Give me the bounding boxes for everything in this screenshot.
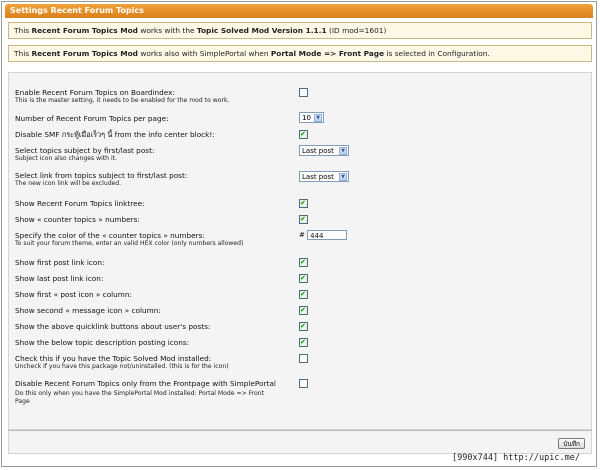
topic-solved-installed-checkbox[interactable]	[299, 354, 308, 363]
setting-description: To suit your forum theme, enter an valid…	[15, 240, 244, 247]
setting-quicklink-buttons: Show the above quicklink buttons about u…	[15, 322, 210, 331]
settings-panel: Enable Recent Forum Topics on Boardindex…	[8, 72, 592, 430]
notice-portal-mode: Portal Mode => Front Page	[270, 49, 385, 58]
setting-label: Disable Recent Forum Topics only from th…	[15, 379, 276, 388]
setting-post-icon-column: Show first « post icon » column:	[15, 290, 132, 299]
notice-id: (ID mod=1601)	[326, 26, 387, 35]
enable-boardindex-checkbox[interactable]	[299, 88, 308, 97]
notice-text: is selected in Configuration.	[384, 49, 490, 58]
message-icon-column-checkbox[interactable]	[299, 305, 308, 315]
notice-text: This	[14, 26, 32, 35]
link-first-last-select[interactable]: Last post ▼	[299, 171, 349, 182]
setting-first-post-icon: Show first post link icon:	[15, 258, 104, 267]
setting-last-post-icon: Show last post link icon:	[15, 274, 103, 283]
image-watermark: [990x744] http://upic.me/	[452, 453, 580, 463]
setting-description: Do this only when you have the SimplePor…	[15, 390, 265, 405]
setting-disable-frontpage: Disable Recent Forum Topics only from th…	[15, 379, 280, 406]
setting-counter-topics: Show « counter topics » numbers:	[15, 215, 140, 224]
setting-label: Select link from topics subject to first…	[15, 171, 188, 180]
hex-prefix: #	[299, 231, 305, 239]
description-icons-checkbox[interactable]	[299, 337, 308, 347]
portal-notice: This Recent Forum Topics Mod works also …	[8, 45, 592, 62]
setting-description: The new icon link will be excluded.	[15, 180, 122, 187]
setting-label: Disable SMF กระทู้เมื่อเร็วๆ นี้ from th…	[15, 130, 215, 139]
setting-enable-boardindex: Enable Recent Forum Topics on Boardindex…	[15, 88, 229, 105]
setting-label: Specify the color of the « counter topic…	[15, 231, 205, 240]
setting-linktree: Show Recent Forum Topics linktree:	[15, 199, 145, 208]
topics-per-page-select[interactable]: 10 ▼	[299, 112, 324, 123]
panel-title: Settings Recent Forum Topics	[5, 4, 593, 18]
form-footer: บันทึก	[8, 430, 592, 454]
notice-mod-name: Recent Forum Topics Mod	[31, 49, 138, 58]
chevron-down-icon: ▼	[339, 173, 347, 181]
save-button[interactable]: บันทึก	[558, 438, 585, 449]
chevron-down-icon: ▼	[314, 114, 322, 122]
post-icon-column-checkbox[interactable]	[299, 289, 308, 299]
setting-disable-info-center: Disable SMF กระทู้เมื่อเร็วๆ นี้ from th…	[15, 130, 215, 139]
setting-label: Show the above quicklink buttons about u…	[15, 322, 211, 331]
setting-label: Show « counter topics » numbers:	[15, 215, 140, 224]
setting-description: Uncheck if you have this package not/uni…	[15, 363, 229, 370]
disable-info-center-checkbox[interactable]	[299, 129, 308, 139]
notice-text: This	[14, 49, 32, 58]
select-value: Last post	[302, 173, 334, 181]
select-value: Last post	[302, 147, 334, 155]
setting-topics-per-page: Number of Recent Forum Topics per page:	[15, 114, 169, 123]
subject-first-last-select[interactable]: Last post ▼	[299, 145, 349, 156]
setting-label: Enable Recent Forum Topics on Boardindex…	[15, 88, 175, 97]
counter-color-input[interactable]: 444	[307, 230, 348, 240]
counter-topics-checkbox[interactable]	[299, 214, 308, 224]
quicklink-buttons-checkbox[interactable]	[299, 321, 308, 331]
counter-color-control: # 444	[299, 230, 348, 240]
notice-text: works also with SimplePortal when	[137, 49, 271, 58]
linktree-checkbox[interactable]	[299, 198, 308, 208]
compatibility-notice: This Recent Forum Topics Mod works with …	[8, 22, 592, 39]
setting-label: Show the below topic description posting…	[15, 338, 190, 347]
last-post-icon-checkbox[interactable]	[299, 273, 308, 283]
setting-message-icon-column: Show second « message icon » column:	[15, 306, 161, 315]
notice-mod-name: Recent Forum Topics Mod	[31, 26, 138, 35]
disable-frontpage-checkbox[interactable]	[299, 379, 308, 388]
setting-label: Select topics subject by first/last post…	[15, 146, 155, 155]
setting-counter-color: Specify the color of the « counter topic…	[15, 231, 243, 248]
setting-topic-solved-installed: Check this if you have the Topic Solved …	[15, 354, 229, 371]
chevron-down-icon: ▼	[339, 147, 347, 155]
setting-label: Check this if you have the Topic Solved …	[15, 354, 212, 363]
select-value: 10	[302, 114, 311, 122]
setting-subject-first-last: Select topics subject by first/last post…	[15, 146, 154, 163]
setting-label: Show Recent Forum Topics linktree:	[15, 199, 145, 208]
setting-link-first-last: Select link from topics subject to first…	[15, 171, 187, 188]
setting-label: Show second « message icon » column:	[15, 306, 161, 315]
notice-text: works with the	[137, 26, 197, 35]
setting-label: Show last post link icon:	[15, 274, 104, 283]
window-frame: Settings Recent Forum Topics This Recent…	[1, 1, 597, 467]
notice-version: Topic Solved Mod Version 1.1.1	[196, 26, 327, 35]
first-post-icon-checkbox[interactable]	[299, 257, 308, 267]
setting-label: Show first « post icon » column:	[15, 290, 132, 299]
setting-label: Number of Recent Forum Topics per page:	[15, 114, 169, 123]
setting-label: Show first post link icon:	[15, 258, 105, 267]
setting-description-icons: Show the below topic description posting…	[15, 338, 189, 347]
setting-description: This is the master setting, it needs to …	[15, 97, 230, 104]
setting-description: Subject icon also changes with it.	[15, 155, 117, 162]
